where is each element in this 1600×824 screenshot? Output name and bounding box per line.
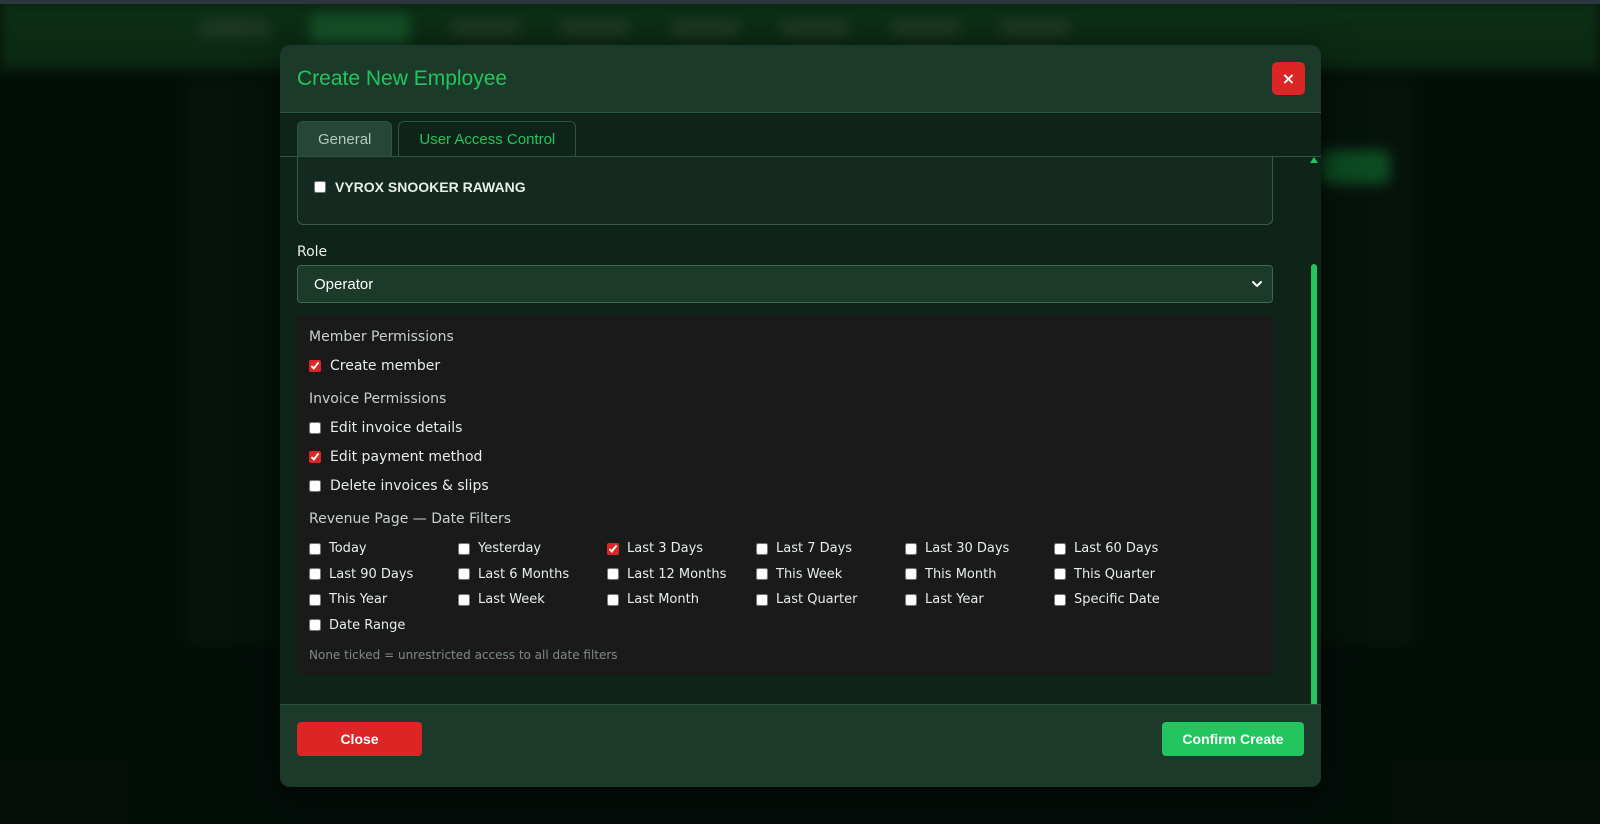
date-filters-title: Revenue Page — Date Filters [309,511,512,527]
date-filter-label: This Quarter [1074,566,1155,582]
role-label: Role [297,244,328,260]
modal-header: Create New Employee × [280,45,1321,113]
create-member-checkbox[interactable] [309,360,321,372]
date-filter-label: This Week [776,566,843,582]
date-filter-label: Yesterday [478,541,542,556]
date-filter-label: Last 12 Months [627,566,727,582]
close-button[interactable]: Close [297,722,422,756]
scroll-up-arrow-icon[interactable] [1310,157,1318,163]
edit-invoice-details-checkbox[interactable] [309,422,321,434]
date-filter-label: Last 90 Days [329,566,414,582]
date-filter-option[interactable]: This Week [756,567,842,582]
tab-general[interactable]: General [297,121,393,157]
date-filter-checkbox[interactable] [607,542,619,555]
close-icon[interactable]: × [1272,62,1305,95]
store-label: VYROX SNOOKER RAWANG [335,179,526,195]
modal-footer: Close Confirm Create [280,704,1321,787]
role-select[interactable]: Operator [297,265,1273,303]
store-checkbox-row[interactable]: VYROX SNOOKER RAWANG [314,179,526,195]
permission-create-member[interactable]: Create member [309,358,440,374]
date-filter-label: Last Year [925,592,984,608]
date-filter-label: Last 30 Days [925,541,1010,556]
date-filter-checkbox[interactable] [458,568,470,581]
date-filter-checkbox[interactable] [905,568,917,581]
permission-delete-invoices[interactable]: Delete invoices & slips [309,478,489,494]
date-filter-label: Last Week [478,592,545,608]
date-filter-checkbox[interactable] [458,542,470,555]
date-filter-option[interactable]: This Month [905,567,996,582]
date-filter-checkbox[interactable] [905,593,917,606]
permission-label: Edit invoice details [330,420,463,436]
scroll-area[interactable]: VYROX SNOOKER RAWANG Role Operator Membe… [280,157,1305,703]
date-filter-option[interactable]: This Year [309,592,387,607]
modal-body: General User Access Control VYROX SNOOKE… [280,113,1321,763]
date-filter-checkbox[interactable] [1054,542,1066,555]
date-filter-option[interactable]: Last Week [458,592,545,607]
date-filters-hint: None ticked = unrestricted access to all… [309,648,618,662]
date-filter-label: Date Range [329,617,406,633]
edit-payment-method-checkbox[interactable] [309,451,321,463]
delete-invoices-checkbox[interactable] [309,480,321,492]
permission-label: Create member [330,358,441,374]
permission-edit-invoice-details[interactable]: Edit invoice details [309,420,462,436]
date-filter-checkbox[interactable] [905,542,917,555]
scrollbar-thumb[interactable] [1311,264,1317,736]
scrollbar[interactable] [1309,157,1319,747]
tab-user-access-control[interactable]: User Access Control [398,121,577,157]
date-filter-option[interactable]: Last 60 Days [1054,541,1158,556]
member-permissions-title: Member Permissions [309,329,454,345]
invoice-permissions-title: Invoice Permissions [309,391,447,407]
date-filter-label: Last 7 Days [776,541,853,556]
role-select-value: Operator [314,275,374,293]
tab-bar: General User Access Control [297,121,577,157]
date-filter-option[interactable]: Last 6 Months [458,567,569,582]
date-filter-option[interactable]: This Quarter [1054,567,1155,582]
date-filter-label: This Month [925,566,997,582]
store-checkbox[interactable] [314,181,326,193]
date-filter-label: Last 6 Months [478,566,570,582]
date-filter-checkbox[interactable] [607,593,619,606]
date-filter-label: Last Quarter [776,592,858,608]
date-filter-label: Last 3 Days [627,541,704,556]
date-filter-checkbox[interactable] [756,568,768,581]
permission-label: Delete invoices & slips [330,478,489,494]
date-filter-checkbox[interactable] [458,593,470,606]
date-filter-option[interactable]: Last Month [607,592,699,607]
permission-edit-payment-method[interactable]: Edit payment method [309,449,482,465]
date-filter-option[interactable]: Last 30 Days [905,541,1009,556]
permission-label: Edit payment method [330,449,483,465]
browser-top-strip [0,0,1600,4]
date-filter-checkbox[interactable] [309,593,321,606]
date-filter-checkbox[interactable] [309,568,321,581]
date-filter-checkbox[interactable] [607,568,619,581]
modal-title: Create New Employee [297,67,508,90]
create-employee-modal: Create New Employee × General User Acces… [280,45,1321,787]
date-filter-label: Specific Date [1074,592,1160,608]
date-filter-option[interactable]: Today [309,541,367,556]
date-filter-option[interactable]: Last 3 Days [607,541,703,556]
date-filter-option[interactable]: Last 90 Days [309,567,413,582]
date-filter-option[interactable]: Last Quarter [756,592,857,607]
date-filter-option[interactable]: Last 12 Months [607,567,726,582]
date-filter-option[interactable]: Last 7 Days [756,541,852,556]
date-filter-label: Last 60 Days [1074,541,1159,556]
confirm-create-button[interactable]: Confirm Create [1162,722,1304,756]
date-filter-label: Last Month [627,592,699,608]
date-filter-checkbox[interactable] [756,593,768,606]
date-filter-label: Today [329,541,367,556]
permissions-panel: Member Permissions Create member Invoice… [297,315,1273,675]
chevron-down-icon [1252,281,1262,287]
date-filter-option[interactable]: Yesterday [458,541,541,556]
date-filter-option[interactable]: Last Year [905,592,984,607]
date-filter-checkbox[interactable] [756,542,768,555]
date-filter-checkbox[interactable] [1054,593,1066,606]
date-filter-checkbox[interactable] [1054,568,1066,581]
date-filter-checkbox[interactable] [309,619,321,632]
date-filter-option[interactable]: Specific Date [1054,592,1160,607]
date-filter-option[interactable]: Date Range [309,618,405,633]
date-filter-checkbox[interactable] [309,542,321,555]
store-access-list: VYROX SNOOKER RAWANG [297,157,1273,225]
date-filter-label: This Year [329,592,388,608]
